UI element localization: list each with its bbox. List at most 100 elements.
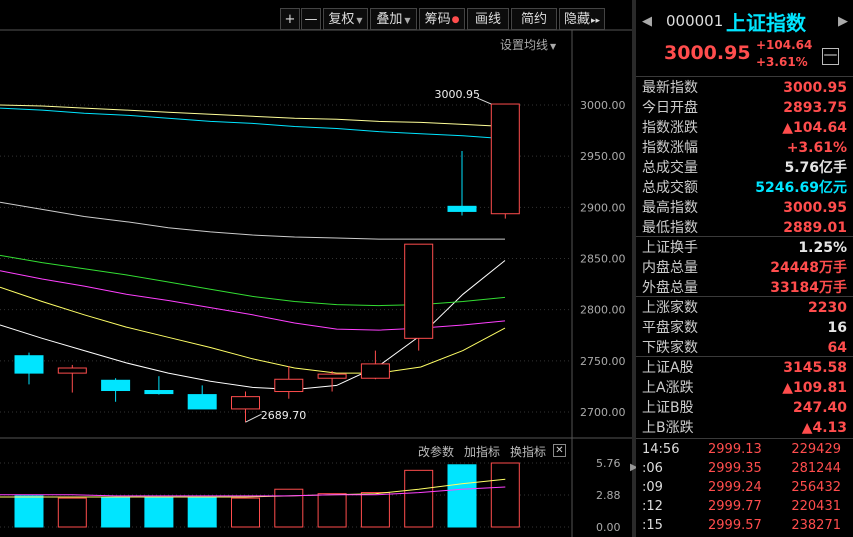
- volume-tick-label: 5.76: [596, 457, 621, 470]
- zoom-in-button[interactable]: +: [280, 8, 300, 30]
- last-price: 3000.95: [664, 42, 751, 64]
- volume-bar: [187, 496, 217, 528]
- annotation-arrow: [245, 413, 262, 423]
- overlay-dropdown[interactable]: 叠加 ▼: [370, 8, 417, 30]
- volume-bar: [14, 495, 44, 528]
- candle-body: [14, 355, 44, 374]
- candle-body: [101, 379, 131, 392]
- quote-row: 外盘总量 33184万手: [642, 278, 847, 298]
- zoom-out-button[interactable]: —: [301, 8, 321, 30]
- tick-row: :09 2999.24 256432: [636, 478, 853, 497]
- quote-row-label: 外盘总量: [642, 280, 698, 296]
- quote-row: 最高指数 3000.95: [642, 198, 847, 218]
- quote-row: 平盘家数 16: [642, 318, 847, 338]
- quote-row: 指数涨跌 ▲104.64: [642, 118, 847, 138]
- notification-dot-icon: ●: [451, 15, 460, 25]
- quote-row-value: 247.40: [792, 400, 847, 416]
- close-icon[interactable]: ✕: [553, 444, 566, 457]
- quote-panel: ◀ 000001 上证指数 ▶ 3000.95 +104.64 +3.61% —…: [636, 0, 853, 537]
- index-name: 上证指数: [726, 11, 806, 35]
- quote-row-label: 今日开盘: [642, 100, 698, 116]
- divider: [636, 356, 853, 357]
- quote-row-value: 5.76亿手: [784, 160, 847, 176]
- chevron-down-icon: ▼: [550, 42, 557, 51]
- quote-row-label: 上证B股: [642, 400, 694, 416]
- quote-row-value: 64: [827, 340, 847, 356]
- settings-ma-dropdown[interactable]: 设置均线 ▼: [500, 36, 556, 53]
- chips-button[interactable]: 筹码●: [419, 8, 465, 30]
- index-code: 000001: [666, 12, 724, 30]
- add-indicator-button[interactable]: 加指标: [464, 443, 500, 460]
- quote-row-label: 上证换手: [642, 240, 698, 256]
- simple-mode-button[interactable]: 简约: [511, 8, 557, 30]
- volume-bar: [101, 496, 131, 528]
- chips-label: 筹码: [424, 12, 451, 27]
- tick-price: 2999.24: [708, 480, 762, 495]
- y-tick-label: 2700.00: [580, 406, 626, 419]
- quote-row: 最低指数 2889.01: [642, 218, 847, 238]
- candle-body: [187, 394, 217, 410]
- candle-body: [360, 363, 390, 379]
- tick-row: :15 2999.57 238271: [636, 516, 853, 535]
- quote-row-label: 最高指数: [642, 200, 698, 216]
- tick-time: :12: [642, 499, 663, 514]
- quote-row-value: ▲104.64: [782, 120, 847, 136]
- minimize-button[interactable]: —: [822, 48, 839, 65]
- volume-bar: [490, 462, 520, 528]
- next-arrow-icon[interactable]: ▶: [838, 14, 848, 29]
- quote-row-value: ▲4.13: [801, 420, 847, 436]
- high-annotation: 3000.95: [435, 88, 481, 101]
- quote-row-label: 上涨家数: [642, 300, 698, 316]
- quote-row-value: 2889.01: [783, 220, 847, 236]
- swap-indicator-button[interactable]: 换指标: [510, 443, 546, 460]
- quote-row-value: 5246.69亿元: [755, 180, 847, 196]
- candle-body: [447, 205, 477, 212]
- hide-label: 隐藏: [563, 12, 590, 27]
- candle-body: [144, 390, 174, 395]
- quote-row-value: 2230: [808, 300, 847, 316]
- y-tick-label: 2850.00: [580, 253, 626, 266]
- quote-row: 上B涨跌 ▲4.13: [642, 418, 847, 438]
- adjust-dropdown[interactable]: 复权 ▼: [323, 8, 368, 30]
- tick-volume: 220431: [791, 499, 841, 514]
- quote-row-value: 3145.58: [783, 360, 847, 376]
- prev-arrow-icon[interactable]: ◀: [642, 14, 652, 29]
- tick-volume: 229429: [791, 442, 841, 457]
- divider: [636, 438, 853, 439]
- quote-row: 今日开盘 2893.75: [642, 98, 847, 118]
- quote-row-label: 指数涨幅: [642, 140, 698, 156]
- quote-row-label: 内盘总量: [642, 260, 698, 276]
- quote-row: 内盘总量 24448万手: [642, 258, 847, 278]
- quote-row-label: 总成交额: [642, 180, 698, 196]
- quote-row-label: 最新指数: [642, 80, 698, 96]
- chevron-down-icon: ▼: [404, 16, 411, 25]
- quote-row-label: 最低指数: [642, 220, 698, 236]
- quote-row: 上证B股 247.40: [642, 398, 847, 418]
- quote-row: 上证换手 1.25%: [642, 238, 847, 258]
- overlay-label: 叠加: [376, 12, 403, 27]
- candle-body: [57, 367, 87, 374]
- tick-row: 14:56 2999.13 229429: [636, 440, 853, 459]
- kline-chart-area[interactable]: 2700.00 2750.00 2800.00 2850.00 2900.00 2950.…: [0, 0, 632, 537]
- volume-bar: [317, 493, 347, 528]
- quote-row-label: 上证A股: [642, 360, 694, 376]
- tick-volume: 256432: [791, 480, 841, 495]
- tick-price: 2999.57: [708, 518, 762, 533]
- volume-bar: [144, 496, 174, 528]
- volume-bar: [274, 488, 304, 528]
- hide-button[interactable]: 隐藏▸▸: [559, 8, 605, 30]
- y-tick-label: 3000.00: [580, 99, 626, 112]
- tick-time: :09: [642, 480, 663, 495]
- quote-row: 下跌家数 64: [642, 338, 847, 358]
- divider: [636, 236, 853, 237]
- change-params-button[interactable]: 改参数: [418, 443, 454, 460]
- quote-row-value: 3000.95: [783, 80, 847, 96]
- quote-row-value: +3.61%: [786, 140, 847, 156]
- y-tick-label: 2900.00: [580, 201, 626, 214]
- quote-row-label: 总成交量: [642, 160, 698, 176]
- draw-line-button[interactable]: 画线: [467, 8, 509, 30]
- divider: [636, 296, 853, 297]
- volume-bar: [57, 497, 87, 528]
- candle-body: [317, 373, 347, 379]
- quote-row: 最新指数 3000.95: [642, 78, 847, 98]
